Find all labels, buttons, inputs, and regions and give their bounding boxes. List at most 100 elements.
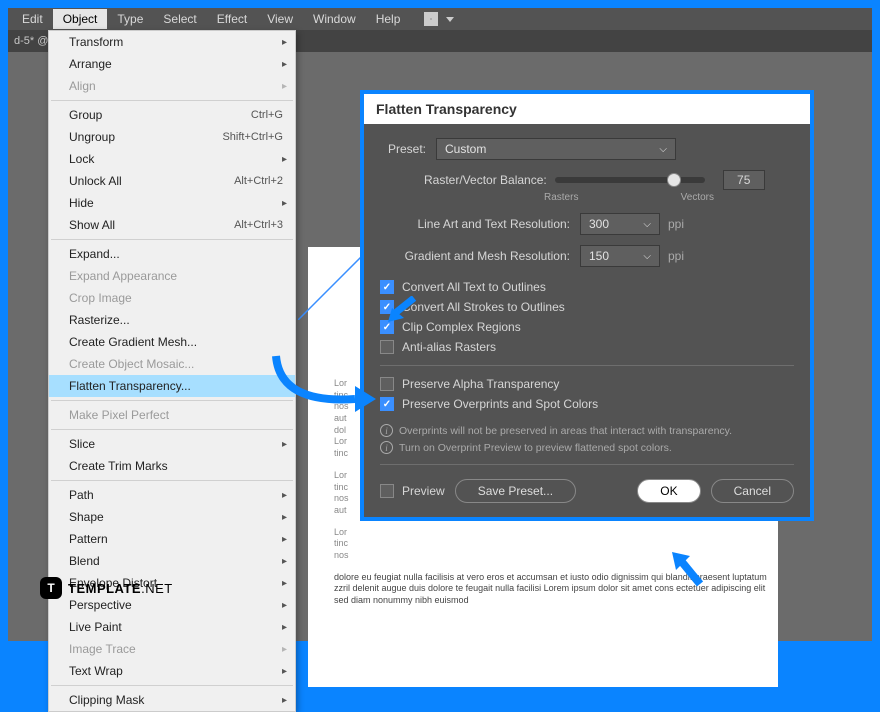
flatten-transparency-dialog: Flatten Transparency Preset: Custom⌵ Ras… — [360, 90, 814, 521]
chevron-right-icon: ▸ — [282, 59, 287, 70]
info-icon: i — [380, 441, 393, 454]
menu-item-group[interactable]: GroupCtrl+G — [49, 104, 295, 126]
checkbox[interactable] — [380, 377, 394, 391]
checkbox-row-convert-all-strokes-to-outlines[interactable]: Convert All Strokes to Outlines — [380, 297, 794, 317]
checkbox-row-clip-complex-regions[interactable]: Clip Complex Regions — [380, 317, 794, 337]
watermark-logo-icon: T — [40, 577, 62, 599]
checkbox-row-preserve-alpha-transparency[interactable]: Preserve Alpha Transparency — [380, 374, 794, 394]
menu-object[interactable]: Object — [53, 9, 108, 29]
checkbox[interactable] — [380, 300, 394, 314]
checkbox-row-preserve-overprints-and-spot-colors[interactable]: Preserve Overprints and Spot Colors — [380, 394, 794, 414]
menu-item-align: Align▸ — [49, 75, 295, 97]
unit-label: ppi — [668, 217, 684, 231]
checkbox[interactable] — [380, 340, 394, 354]
chevron-right-icon: ▸ — [282, 556, 287, 567]
chevron-right-icon: ▸ — [282, 644, 287, 655]
dialog-title: Flatten Transparency — [364, 94, 810, 124]
menu-item-create-trim-marks[interactable]: Create Trim Marks — [49, 455, 295, 477]
menu-separator — [51, 480, 293, 481]
balance-left-label: Rasters — [544, 192, 578, 203]
menu-separator — [51, 400, 293, 401]
menubar: Edit Object Type Select Effect View Wind… — [8, 8, 872, 30]
menu-window[interactable]: Window — [303, 9, 366, 29]
preview-checkbox-row[interactable]: Preview — [380, 481, 445, 501]
preset-label: Preset: — [380, 142, 436, 156]
menu-item-transform[interactable]: Transform▸ — [49, 31, 295, 53]
preset-select[interactable]: Custom⌵ — [436, 138, 676, 160]
lineart-label: Line Art and Text Resolution: — [380, 217, 580, 231]
chevron-right-icon: ▸ — [282, 512, 287, 523]
balance-label: Raster/Vector Balance: — [424, 173, 547, 187]
menu-item-create-gradient-mesh[interactable]: Create Gradient Mesh... — [49, 331, 295, 353]
menu-item-rasterize[interactable]: Rasterize... — [49, 309, 295, 331]
balance-right-label: Vectors — [681, 192, 714, 203]
checkbox-label: Convert All Strokes to Outlines — [402, 300, 565, 314]
menu-item-arrange[interactable]: Arrange▸ — [49, 53, 295, 75]
balance-value[interactable]: 75 — [723, 170, 765, 190]
preview-label: Preview — [402, 484, 445, 498]
unit-label: ppi — [668, 249, 684, 263]
menu-item-blend[interactable]: Blend▸ — [49, 550, 295, 572]
save-preset-button[interactable]: Save Preset... — [455, 479, 576, 503]
menu-separator — [51, 239, 293, 240]
menu-help[interactable]: Help — [366, 9, 411, 29]
menu-item-ungroup[interactable]: UngroupShift+Ctrl+G — [49, 126, 295, 148]
chevron-right-icon: ▸ — [282, 534, 287, 545]
balance-slider[interactable] — [555, 177, 705, 183]
chevron-right-icon: ▸ — [282, 490, 287, 501]
menu-item-slice[interactable]: Slice▸ — [49, 433, 295, 455]
menu-view[interactable]: View — [257, 9, 303, 29]
lineart-select[interactable]: 300⌵ — [580, 213, 660, 235]
chevron-down-icon: ⌵ — [643, 219, 651, 230]
menu-item-crop-image: Crop Image — [49, 287, 295, 309]
checkbox-row-anti-alias-rasters[interactable]: Anti-alias Rasters — [380, 337, 794, 357]
checkbox-label: Preserve Overprints and Spot Colors — [402, 397, 598, 411]
menu-item-pattern[interactable]: Pattern▸ — [49, 528, 295, 550]
dropdown-toggle-icon[interactable] — [446, 17, 454, 22]
chevron-down-icon: ⌵ — [659, 144, 667, 155]
checkbox[interactable] — [380, 280, 394, 294]
menu-item-path[interactable]: Path▸ — [49, 484, 295, 506]
app-frame: Edit Object Type Select Effect View Wind… — [8, 8, 872, 641]
menu-effect[interactable]: Effect — [207, 9, 257, 29]
menu-item-make-pixel-perfect: Make Pixel Perfect — [49, 404, 295, 426]
menu-item-clipping-mask[interactable]: Clipping Mask▸ — [49, 689, 295, 711]
menu-item-live-paint[interactable]: Live Paint▸ — [49, 616, 295, 638]
chevron-right-icon: ▸ — [282, 198, 287, 209]
checkbox-label: Convert All Text to Outlines — [402, 280, 546, 294]
menu-select[interactable]: Select — [153, 9, 206, 29]
checkbox[interactable] — [380, 320, 394, 334]
chevron-right-icon: ▸ — [282, 600, 287, 611]
menu-item-expand[interactable]: Expand... — [49, 243, 295, 265]
info-icon: i — [380, 424, 393, 437]
menu-item-flatten-transparency[interactable]: Flatten Transparency... — [49, 375, 295, 397]
menu-edit[interactable]: Edit — [12, 9, 53, 29]
menu-item-text-wrap[interactable]: Text Wrap▸ — [49, 660, 295, 682]
chevron-right-icon: ▸ — [282, 81, 287, 92]
menu-item-lock[interactable]: Lock▸ — [49, 148, 295, 170]
menu-item-unlock-all[interactable]: Unlock AllAlt+Ctrl+2 — [49, 170, 295, 192]
checkbox-label: Clip Complex Regions — [402, 320, 521, 334]
menu-item-show-all[interactable]: Show AllAlt+Ctrl+3 — [49, 214, 295, 236]
gradient-select[interactable]: 150⌵ — [580, 245, 660, 267]
preview-checkbox[interactable] — [380, 484, 394, 498]
menu-item-shape[interactable]: Shape▸ — [49, 506, 295, 528]
template-net-watermark: T TEMPLATE.NET — [40, 577, 173, 599]
menu-item-image-trace: Image Trace▸ — [49, 638, 295, 660]
menu-type[interactable]: Type — [107, 9, 153, 29]
info-preview: iTurn on Overprint Preview to preview fl… — [380, 439, 794, 456]
layout-grid-icon[interactable] — [424, 12, 438, 26]
chevron-down-icon: ⌵ — [643, 251, 651, 262]
menu-item-hide[interactable]: Hide▸ — [49, 192, 295, 214]
checkbox-label: Anti-alias Rasters — [402, 340, 496, 354]
checkbox-row-convert-all-text-to-outlines[interactable]: Convert All Text to Outlines — [380, 277, 794, 297]
chevron-right-icon: ▸ — [282, 666, 287, 677]
chevron-right-icon: ▸ — [282, 578, 287, 589]
menu-separator — [51, 429, 293, 430]
checkbox[interactable] — [380, 397, 394, 411]
object-menu-dropdown: Transform▸Arrange▸Align▸ GroupCtrl+GUngro… — [48, 30, 296, 712]
checkbox-label: Preserve Alpha Transparency — [402, 377, 559, 391]
menu-separator — [51, 100, 293, 101]
cancel-button[interactable]: Cancel — [711, 479, 794, 503]
ok-button[interactable]: OK — [637, 479, 700, 503]
